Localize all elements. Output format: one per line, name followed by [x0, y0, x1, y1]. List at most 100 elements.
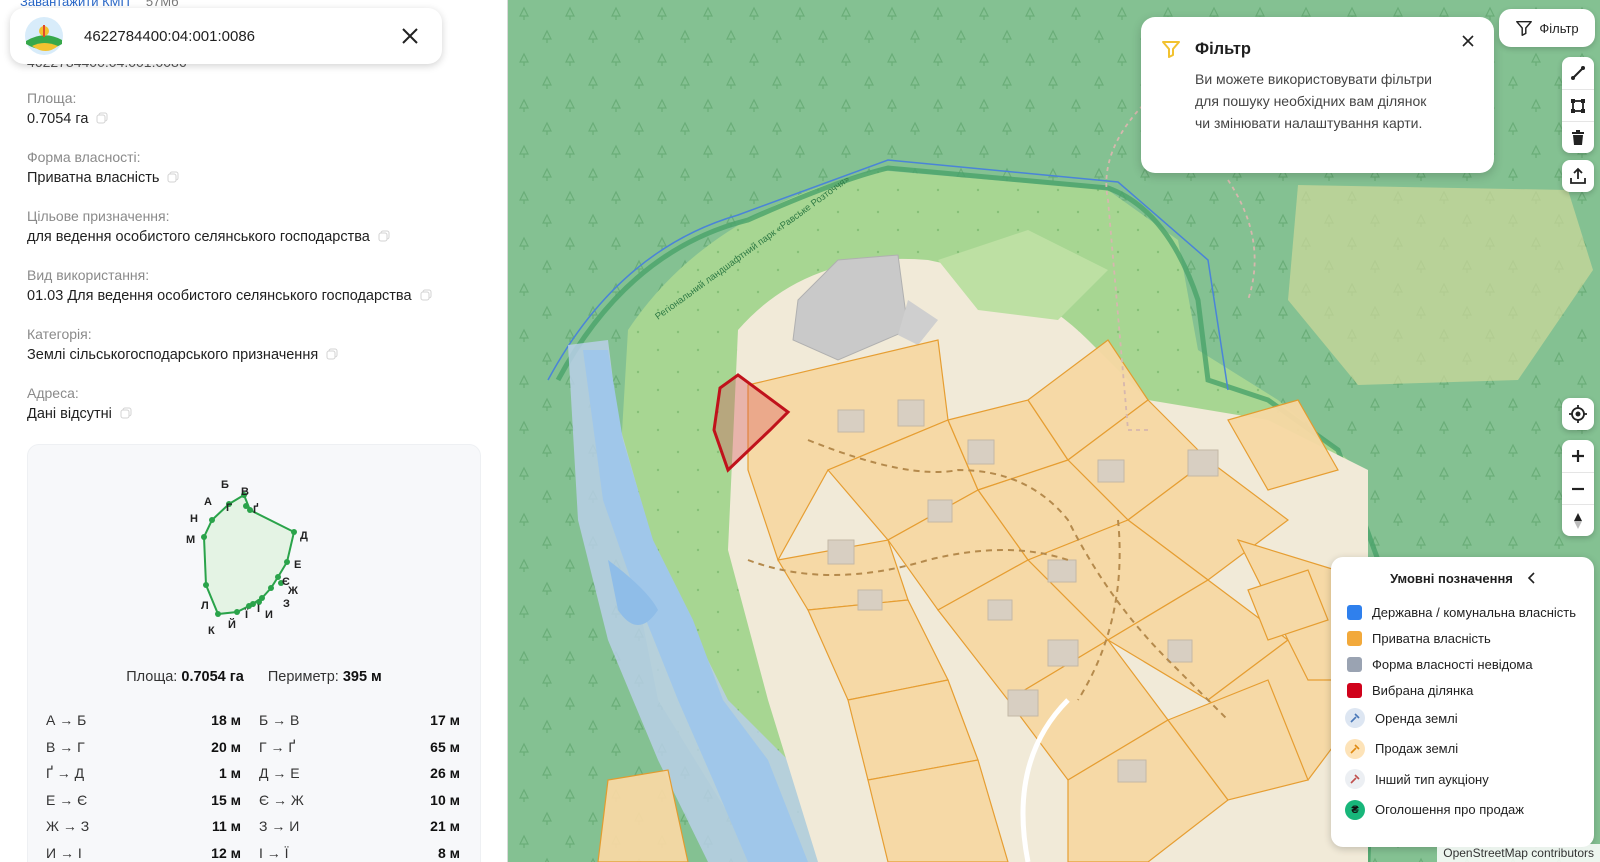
- field-label: Вид використання:: [27, 267, 150, 283]
- field-label: Категорія:: [27, 326, 92, 342]
- draw-tools: [1562, 57, 1594, 153]
- close-icon: [1462, 35, 1474, 47]
- field-purpose: Цільове призначення: для ведення особист…: [27, 206, 497, 265]
- zoom-out-button[interactable]: [1562, 472, 1594, 504]
- vertex-label: Ж: [287, 585, 298, 597]
- table-row: А → Б 18 м Б → В 17 м: [46, 712, 460, 729]
- minus-icon: [1572, 487, 1584, 490]
- field-value: Дані відсутні: [27, 403, 497, 425]
- vertex-label: Б: [221, 479, 229, 491]
- parcel-summary: Площа: 0.7054 га Периметр: 395 м: [126, 669, 382, 685]
- field-value: 0.7054 га: [27, 108, 497, 130]
- legend-item: Вибрана ділянка: [1331, 677, 1594, 703]
- popup-text: Ви можете використовувати фільтри для по…: [1195, 71, 1432, 131]
- field-label: Цільове призначення:: [27, 208, 170, 224]
- compass-icon: [1574, 512, 1582, 529]
- polygon-draw-icon: [1571, 98, 1585, 113]
- vertex-label: Е: [294, 559, 301, 571]
- table-row: Ґ → Д1 м Д → Е 26 м: [46, 765, 460, 782]
- app-logo-icon: [25, 17, 63, 55]
- locate-icon: [1569, 405, 1587, 423]
- legend-item: Продаж землі: [1331, 734, 1594, 765]
- line-draw-icon: [1571, 66, 1585, 80]
- copy-icon[interactable]: [420, 289, 432, 301]
- field-value: Землі сільськогосподарського призначення: [27, 344, 497, 366]
- copy-icon[interactable]: [120, 407, 132, 419]
- popup-close-button[interactable]: [1456, 29, 1480, 53]
- table-row: Е → Є 15 м Є → Ж 10 м: [46, 791, 460, 808]
- copy-icon[interactable]: [378, 230, 390, 242]
- vertex-label: Ї: [244, 608, 249, 621]
- delete-drawing-button[interactable]: [1562, 121, 1594, 153]
- vertex-label: В: [241, 486, 249, 498]
- parcel-fields: Площа: 0.7054 га Форма власності: Приват…: [27, 88, 497, 442]
- filter-icon: [1516, 20, 1533, 36]
- table-row: В → Г 20 м Г → Ґ 65 м: [46, 738, 460, 755]
- share-button[interactable]: [1562, 160, 1594, 192]
- map-canvas[interactable]: Регіональний ландшафтний парк «Равське Р…: [508, 0, 1600, 862]
- hryvnia-icon: ₴: [1345, 799, 1365, 820]
- filter-hint-popup: Фільтр Ви можете використовувати фільтри…: [1141, 17, 1494, 173]
- rent-icon: [1345, 708, 1365, 729]
- map-attribution[interactable]: OpenStreetMap contributors: [1437, 844, 1600, 862]
- vertex-label: А: [204, 496, 212, 508]
- legend-item: Державна / комунальна власність: [1331, 599, 1594, 625]
- zoom-in-button[interactable]: [1562, 440, 1594, 472]
- share-tool: [1562, 160, 1594, 192]
- parcel-info-panel: Завантажити КМП 57Мб 4622784400:04:001:00…: [0, 0, 508, 862]
- field-address: Адреса: Дані відсутні: [27, 383, 497, 442]
- vertex-label: Й: [228, 618, 236, 631]
- vertex-label: К: [208, 625, 215, 637]
- field-ownership: Форма власності: Приватна власність: [27, 147, 497, 206]
- field-value: Приватна власність: [27, 167, 497, 189]
- vertex-label: Н: [190, 513, 198, 525]
- popup-title: Фільтр: [1195, 40, 1252, 58]
- draw-line-button[interactable]: [1562, 57, 1594, 89]
- legend-swatch: [1347, 682, 1362, 698]
- legend-swatch: [1347, 656, 1362, 672]
- field-value: для ведення особистого селянського госпо…: [27, 226, 497, 248]
- legend-item: Форма власності невідома: [1331, 651, 1594, 677]
- legend-item: Оренда землі: [1331, 703, 1594, 734]
- legend-item: ₴ Оголошення про продаж: [1331, 795, 1594, 826]
- locate-button[interactable]: [1562, 398, 1594, 430]
- legend-title: Умовні позначення: [1390, 570, 1513, 586]
- sale-icon: [1345, 738, 1365, 759]
- vertex-label: М: [186, 534, 195, 546]
- cadastral-number-field[interactable]: 4622784400:04:001:0086: [84, 28, 394, 45]
- parcel-geometry-card: А Б В Г Ґ Д Е Є Ж З И І Ї Й К Л М Н Площ: [27, 444, 481, 862]
- chevron-left-icon[interactable]: [1527, 572, 1535, 584]
- segment-table: А → Б 18 м Б → В 17 м В → Г 20 м Г → Ґ 65 м …: [46, 707, 460, 862]
- vertex-label: Ґ: [253, 503, 259, 516]
- auction-icon: [1345, 769, 1365, 790]
- filter-button[interactable]: Фільтр: [1499, 9, 1595, 47]
- parcel-polygon-diagram: А Б В Г Ґ Д Е Є Ж З И І Ї Й К Л М Н: [186, 479, 308, 637]
- locate-tool: [1562, 398, 1594, 430]
- zoom-tools: [1562, 440, 1594, 536]
- perimeter-value: 395 м: [342, 669, 382, 685]
- copy-icon[interactable]: [96, 112, 108, 124]
- field-label: Форма власності:: [27, 149, 141, 165]
- draw-polygon-button[interactable]: [1562, 89, 1594, 121]
- field-category: Категорія: Землі сільськогосподарського …: [27, 324, 497, 383]
- compass-button[interactable]: [1562, 504, 1594, 536]
- close-button[interactable]: [394, 20, 426, 52]
- table-row: И → І 12 м І → Ї8 м: [46, 844, 460, 861]
- filter-icon: [1162, 41, 1180, 58]
- copy-icon[interactable]: [167, 171, 179, 183]
- legend-swatch: [1347, 630, 1362, 646]
- table-row: Ж → З 11 м З → И 21 м: [46, 818, 460, 835]
- filter-button-label: Фільтр: [1539, 20, 1579, 36]
- legend-header[interactable]: Умовні позначення: [1331, 557, 1594, 599]
- field-usage: Вид використання: 01.03 Для ведення особ…: [27, 265, 497, 324]
- vertex-label: І: [257, 603, 260, 615]
- field-label: Площа:: [27, 90, 77, 106]
- vertex-label: Л: [201, 600, 209, 612]
- area-value: 0.7054 га: [181, 669, 244, 685]
- legend-swatch: [1347, 604, 1362, 620]
- trash-icon: [1572, 129, 1584, 145]
- legend-item: Приватна власність: [1331, 625, 1594, 651]
- copy-icon[interactable]: [326, 348, 338, 360]
- vertex-label: Д: [300, 530, 308, 542]
- search-card: 4622784400:04:001:0086: [10, 8, 442, 64]
